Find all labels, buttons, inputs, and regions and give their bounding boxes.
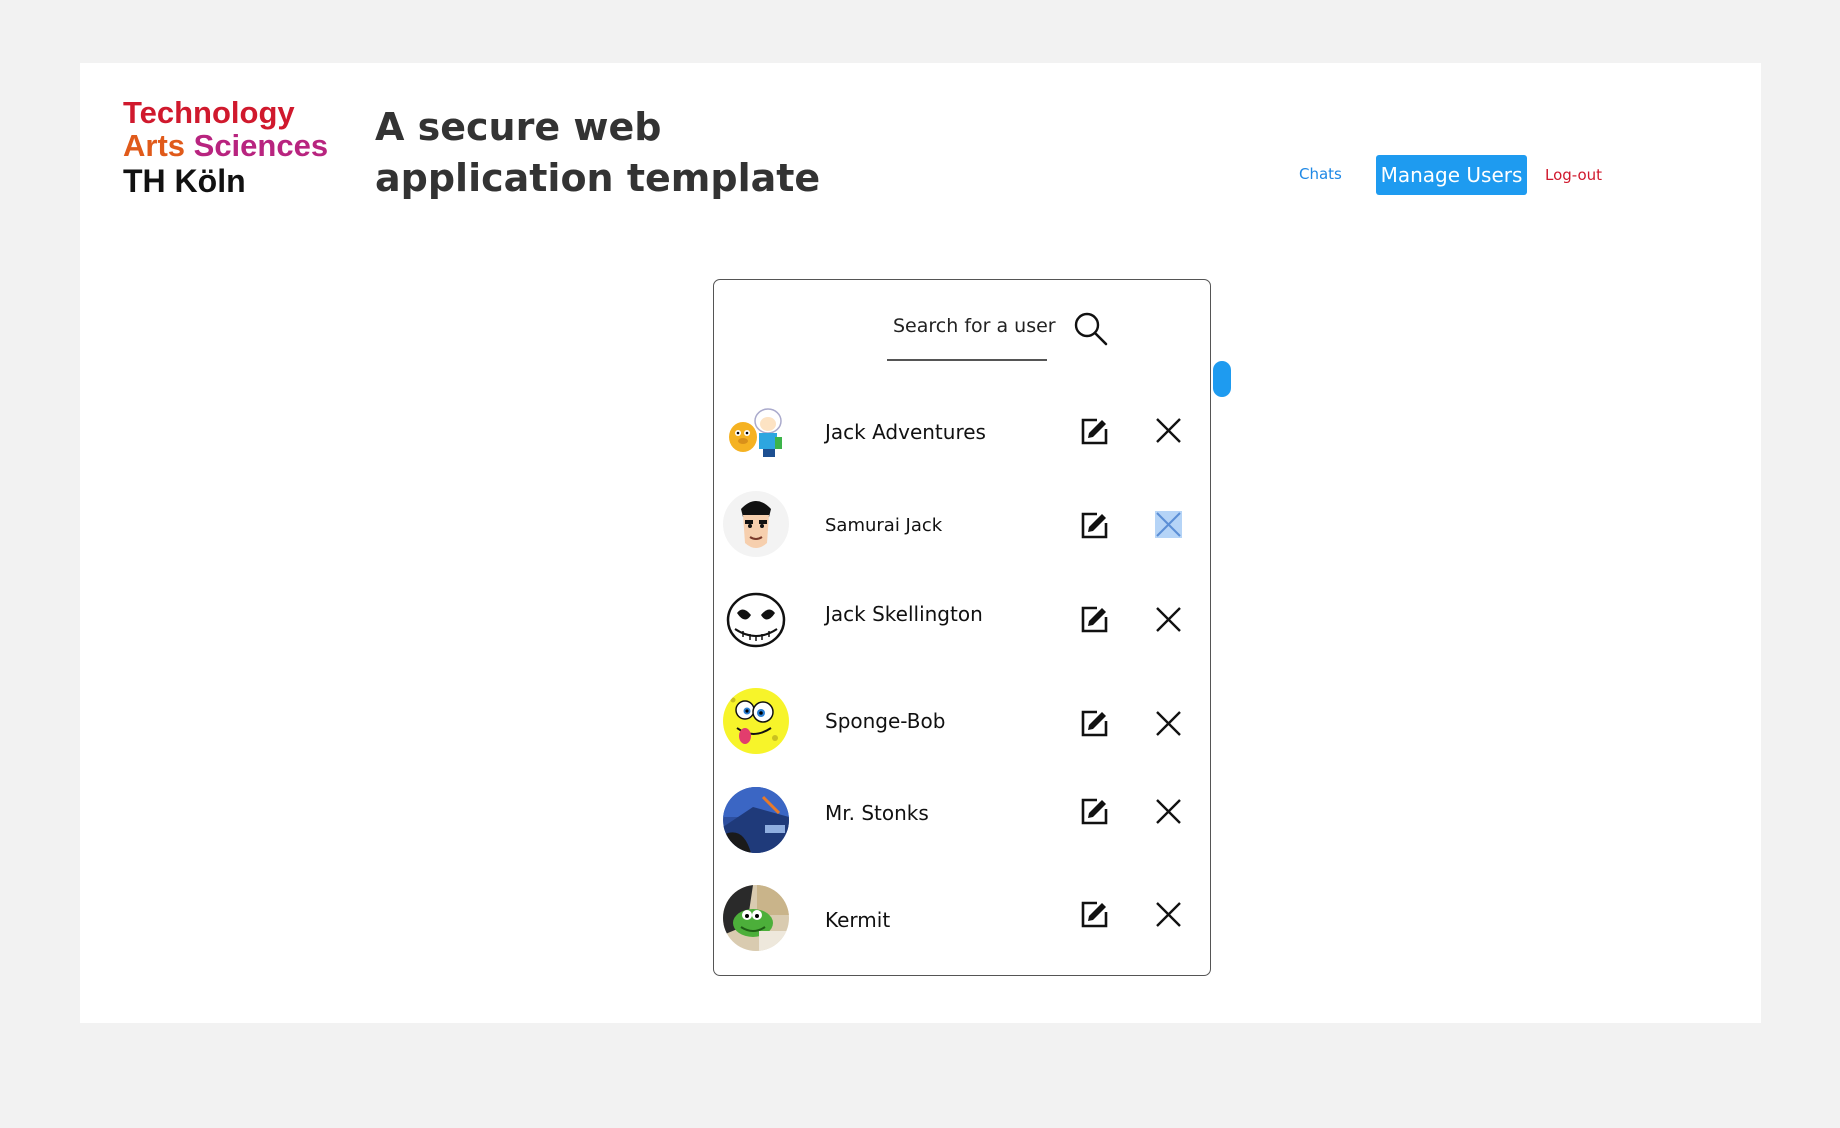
avatar-kermit <box>723 885 789 951</box>
user-name: Samurai Jack <box>825 515 943 536</box>
edit-icon[interactable] <box>1080 417 1109 446</box>
close-icon[interactable] <box>1155 710 1182 737</box>
close-icon[interactable] <box>1155 901 1182 928</box>
search-underline <box>887 359 1047 361</box>
scrollbar-thumb[interactable] <box>1213 361 1231 397</box>
avatar-samurai-jack <box>723 491 789 557</box>
search-icon[interactable] <box>1073 311 1109 347</box>
user-name: Mr. Stonks <box>825 801 929 825</box>
page-title: A secure web application template <box>375 105 821 200</box>
user-name: Jack Skellington <box>825 602 983 626</box>
edit-icon[interactable] <box>1080 511 1109 540</box>
nav-link-logout[interactable]: Log-out <box>1545 166 1602 184</box>
logo-line-arts-sciences: Arts Sciences <box>123 129 328 162</box>
user-name: Jack Adventures <box>825 420 986 444</box>
page: Technology Arts Sciences TH Köln A secur… <box>0 0 1840 1128</box>
close-icon[interactable] <box>1155 798 1182 825</box>
nav-link-chats[interactable]: Chats <box>1299 165 1342 183</box>
close-icon[interactable] <box>1155 606 1182 633</box>
logo-word-sciences: Sciences <box>193 128 329 163</box>
avatar-mr-stonks <box>723 787 789 853</box>
user-name: Kermit <box>825 908 891 932</box>
logo-line-technology: Technology <box>123 95 295 130</box>
logo-line-th-koeln: TH Köln <box>123 163 246 199</box>
avatar-sponge-bob <box>723 688 789 754</box>
avatar-jack-adventures <box>723 397 789 463</box>
search-input[interactable] <box>886 307 1063 345</box>
avatar-jack-skellington <box>723 587 789 653</box>
edit-icon[interactable] <box>1080 797 1109 826</box>
edit-icon[interactable] <box>1080 709 1109 738</box>
edit-icon[interactable] <box>1080 900 1109 929</box>
close-icon[interactable] <box>1155 417 1182 444</box>
th-koeln-logo: Technology Arts Sciences TH Köln <box>123 96 328 198</box>
user-name: Sponge-Bob <box>825 709 946 733</box>
close-icon[interactable] <box>1155 511 1182 538</box>
edit-icon[interactable] <box>1080 605 1109 634</box>
nav-button-manage-users[interactable]: Manage Users <box>1376 155 1527 195</box>
logo-word-arts: Arts <box>123 128 186 163</box>
